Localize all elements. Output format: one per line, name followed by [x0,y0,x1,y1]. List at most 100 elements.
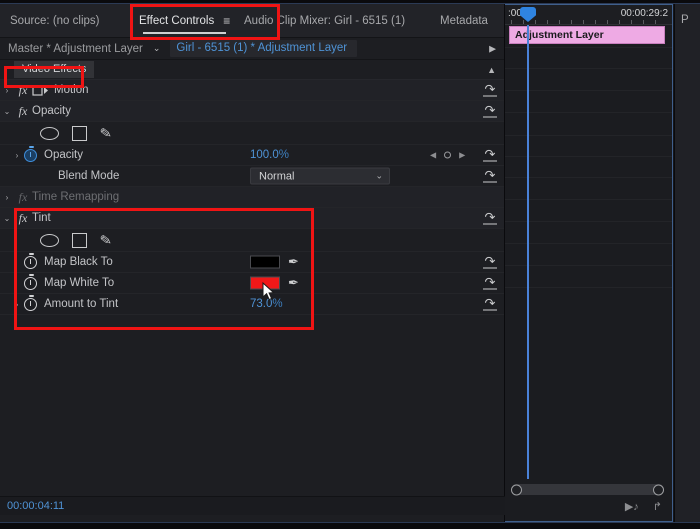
timecode-display[interactable]: 00:00:04:11 [7,500,64,512]
stopwatch-icon-amount-to-tint[interactable] [24,294,37,311]
reset-button-map-black-to[interactable]: ↷ [483,255,497,269]
fx-icon: fx [18,103,28,118]
window-bottom-border [0,522,700,529]
blend-mode-value: Normal [259,170,295,182]
param-label-map-white-to: Map White To [44,277,115,289]
effect-name-time-remapping: Time Remapping [32,191,120,203]
twirl-spacer: › [0,258,14,267]
effect-name-opacity: Opacity [32,105,71,117]
chevron-up-icon[interactable]: ▲ [487,65,496,75]
timeline-buttons: ▶♪ ↱ [625,500,662,513]
breadcrumb: Master * Adjustment Layer ⌄ Girl - 6515 … [0,38,504,60]
motion-transform-icon [32,84,48,96]
chevron-right-icon[interactable]: ▶ [489,43,496,54]
blend-mode-select[interactable]: Normal ⌄ [250,167,390,185]
chevron-down-icon[interactable]: ⌄ [153,43,161,54]
effect-row-tint[interactable]: ⌄ fx Tint ↷ [0,208,504,229]
pen-mask-icon[interactable]: ✎ [99,231,113,249]
twirl-icon[interactable]: › [0,193,14,202]
reset-button-opacity-value[interactable]: ↷ [483,148,497,162]
pen-mask-icon[interactable]: ✎ [99,124,113,142]
breadcrumb-master[interactable]: Master * Adjustment Layer [8,43,143,55]
tab-effect-controls-label: Effect Controls [139,15,215,27]
timeline-zoom-scrollbar[interactable] [511,484,664,495]
adjacent-panel-sliver: P [674,4,700,522]
fx-icon: fx [18,82,28,97]
zoom-handle-left[interactable] [511,484,522,495]
tab-effect-controls[interactable]: Effect Controls ≡ [139,4,230,38]
reset-button-amount-to-tint[interactable]: ↷ [483,297,497,311]
stopwatch-icon-map-white-to[interactable] [24,273,37,290]
param-row-amount-to-tint[interactable]: › Amount to Tint 73.0% ↷ [0,294,504,315]
adjacent-panel-label[interactable]: P [681,14,689,26]
param-row-map-white-to[interactable]: › Map White To ✒ ↷ [0,273,504,294]
video-effects-header: Video Effects ▲ [0,60,504,80]
tab-source-label: Source: (no clips) [10,15,100,27]
tab-audio-clip-mixer-label: Audio Clip Mixer: Girl - 6515 (1) [244,15,406,27]
param-label-map-black-to: Map Black To [44,256,113,268]
stopwatch-icon-opacity[interactable] [24,145,37,162]
effect-row-motion[interactable]: › fx Motion ↷ [0,80,504,101]
tab-metadata-label: Metadata [440,15,488,27]
tab-audio-clip-mixer[interactable]: Audio Clip Mixer: Girl - 6515 (1) [244,4,405,38]
timeline-clip-adjustment-layer[interactable]: Adjustment Layer [509,26,665,44]
param-row-map-black-to[interactable]: › Map Black To ✒ ↷ [0,252,504,273]
twirl-icon[interactable]: ⌄ [0,107,14,116]
panel-tab-strip: Source: (no clips) Effect Controls ≡ Aud… [0,4,504,38]
color-swatch-map-white-to[interactable] [250,276,280,290]
param-label-amount-to-tint: Amount to Tint [44,298,119,310]
param-value-opacity[interactable]: 100.0% [250,149,289,161]
twirl-icon[interactable]: ⌄ [0,214,14,223]
param-label-blend-mode: Blend Mode [58,170,120,182]
keyframe-prev-icon[interactable]: ◀ [430,151,436,160]
effect-parameter-rows: › fx Motion ↷ ⌄ fx Opacity ↷ ✎ › Opacity… [0,80,504,520]
opacity-mask-tools: ✎ [0,122,504,145]
effect-row-time-remapping[interactable]: › fx Time Remapping [0,187,504,208]
play-audio-icon[interactable]: ▶♪ [625,500,639,513]
keyframe-navigator[interactable]: ◀ ▶ [430,151,465,160]
zoom-handle-right[interactable] [653,484,664,495]
color-swatch-map-black-to[interactable] [250,255,280,269]
add-keyframe-icon[interactable] [444,151,452,159]
loop-export-icon[interactable]: ↱ [653,500,662,513]
ellipse-mask-icon[interactable] [40,233,59,247]
effect-name-tint: Tint [32,212,51,224]
fx-icon: fx [18,189,28,204]
effect-row-opacity[interactable]: ⌄ fx Opacity ↷ [0,101,504,122]
reset-button-map-white-to[interactable]: ↷ [483,276,497,290]
reset-button-tint[interactable]: ↷ [483,211,497,225]
tab-metadata[interactable]: Metadata [440,4,488,38]
eyedropper-icon-map-white-to[interactable]: ✒ [288,275,299,291]
timeline-grid [505,25,672,479]
param-label-opacity: Opacity [44,149,83,161]
status-bar: 00:00:04:11 [0,496,505,515]
twirl-spacer: › [0,172,14,181]
effect-name-motion: Motion [54,84,89,96]
tab-source[interactable]: Source: (no clips) [10,4,99,38]
twirl-spacer: › [0,279,14,288]
effect-controls-panel: Source: (no clips) Effect Controls ≡ Aud… [0,4,505,522]
effect-controls-timeline-panel: :00:00 00:00:29:2 Adjustment Layer ▶♪ [505,4,673,522]
keyframe-next-icon[interactable]: ▶ [459,151,465,160]
twirl-icon[interactable]: › [0,86,14,95]
fx-icon: fx [18,210,28,225]
breadcrumb-clip[interactable]: Girl - 6515 (1) * Adjustment Layer [170,40,358,57]
twirl-icon[interactable]: › [10,300,24,309]
rectangle-mask-icon[interactable] [72,232,87,248]
param-row-blend-mode[interactable]: › Blend Mode Normal ⌄ ↷ [0,166,504,187]
reset-button-blend-mode[interactable]: ↷ [483,169,497,183]
reset-button-motion[interactable]: ↷ [483,83,497,97]
chevron-down-icon: ⌄ [375,170,383,181]
twirl-icon[interactable]: › [10,151,24,160]
reset-button-opacity[interactable]: ↷ [483,104,497,118]
param-row-opacity[interactable]: › Opacity 100.0% ◀ ▶ ↷ [0,145,504,166]
eyedropper-icon-map-black-to[interactable]: ✒ [288,254,299,270]
playhead-line [527,25,529,479]
tint-mask-tools: ✎ [0,229,504,252]
rectangle-mask-icon[interactable] [72,125,87,141]
stopwatch-icon-map-black-to[interactable] [24,252,37,269]
ellipse-mask-icon[interactable] [40,126,59,140]
premiere-pro-window: Source: (no clips) Effect Controls ≡ Aud… [0,0,700,529]
panel-menu-icon[interactable]: ≡ [223,14,230,28]
param-value-amount-to-tint[interactable]: 73.0% [250,298,283,310]
